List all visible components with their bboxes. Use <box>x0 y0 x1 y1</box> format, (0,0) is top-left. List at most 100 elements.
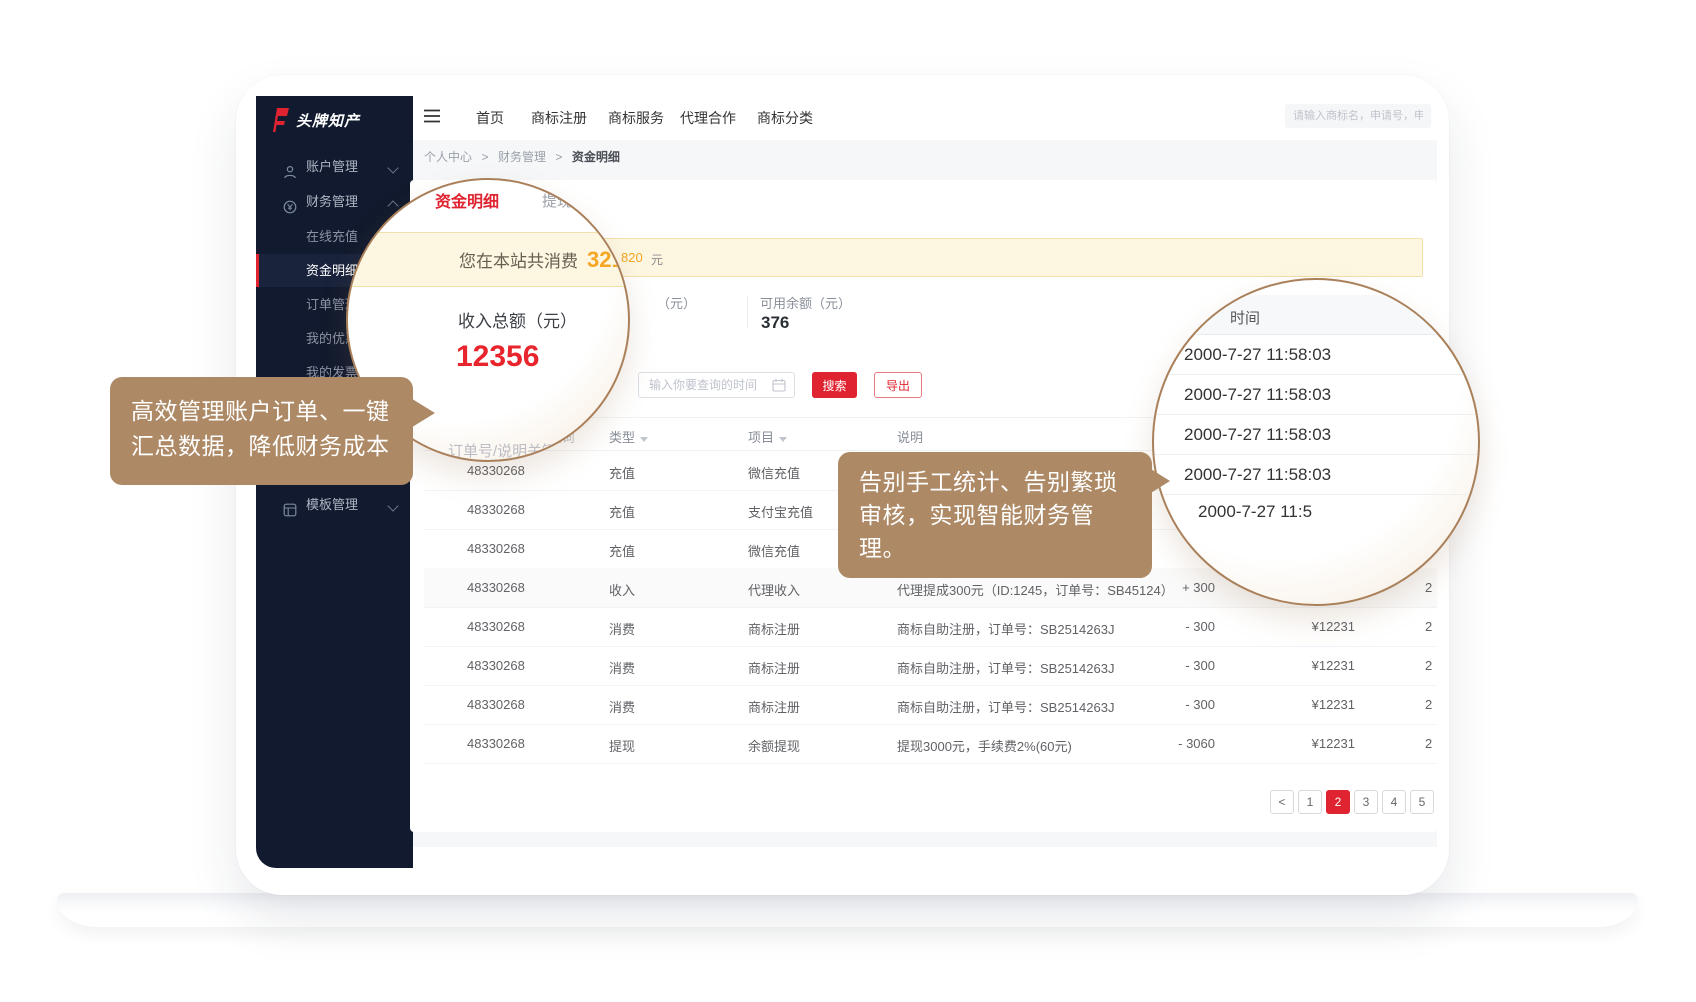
nav-link-agents[interactable]: 代理合作 <box>680 96 736 140</box>
stat-balance-value: 376 <box>761 313 789 333</box>
sidebar-item-label: 模板管理 <box>306 490 358 520</box>
breadcrumb: 个人中心 > 财务管理 > 资金明细 <box>424 148 620 166</box>
pagination-page-3[interactable]: 3 <box>1354 790 1378 814</box>
nav-link-register[interactable]: 商标注册 <box>531 96 587 140</box>
cell-project: 商标注册 <box>748 619 800 638</box>
pagination-prev[interactable]: < <box>1270 790 1294 814</box>
cell-amount: - 300 <box>1130 619 1215 634</box>
cell-project: 商标注册 <box>748 658 800 677</box>
page: 头牌知产 账户管理 财务管理 在线充值 资金明细 订单管理 我的优惠券 <box>0 0 1696 1002</box>
breadcrumb-item[interactable]: 个人中心 <box>424 150 472 164</box>
breadcrumb-separator: > <box>481 150 488 164</box>
cell-type: 充值 <box>609 502 635 521</box>
sort-caret-icon <box>779 437 787 442</box>
chevron-down-icon <box>387 162 398 173</box>
tooltip-line: 理。 <box>859 532 1131 565</box>
nav-link-services[interactable]: 商标服务 <box>608 96 664 140</box>
stat-income-label: 收入总额（元） <box>458 307 577 332</box>
breadcrumb-separator: > <box>555 150 562 164</box>
tab-withdraw-detail[interactable]: 提现明细 <box>542 190 602 211</box>
tab-funds-detail[interactable]: 资金明细 <box>435 188 499 212</box>
user-icon <box>283 160 297 174</box>
column-header-project[interactable]: 项目 <box>748 427 787 446</box>
table-row: 48330268 消费 商标注册 商标自助注册，订单号：SB2514263J -… <box>424 685 1437 725</box>
sidebar-item-finance[interactable]: 财务管理 <box>256 187 413 217</box>
time-row-partial: 2000-7-27 11:5 <box>1198 502 1312 522</box>
cell-project: 余额提现 <box>748 736 800 755</box>
cell-balance: ¥12231 <box>1270 658 1355 673</box>
tooltip-left: 高效管理账户订单、一键 汇总数据，降低财务成本 <box>110 377 413 485</box>
nav-link-home[interactable]: 首页 <box>476 96 504 140</box>
tooltip-right-arrow <box>1146 466 1170 496</box>
finance-icon <box>283 195 297 209</box>
nav-link-category[interactable]: 商标分类 <box>757 96 813 140</box>
cell-project: 支付宝充值 <box>748 502 813 521</box>
tooltip-line: 汇总数据，降低财务成本 <box>131 429 392 464</box>
cell-amount: - 300 <box>1130 697 1215 712</box>
top-navbar: 首页 商标注册 商标服务 代理合作 商标分类 <box>413 96 1437 140</box>
cell-project: 商标注册 <box>748 697 800 716</box>
pagination-page-5[interactable]: 5 <box>1410 790 1434 814</box>
hamburger-menu-icon[interactable] <box>424 109 440 123</box>
column-header-time: 时间 <box>1230 307 1260 328</box>
laptop-base <box>57 893 1638 927</box>
cell-time: 2 <box>1425 736 1432 751</box>
cell-type: 收入 <box>609 580 635 599</box>
cell-order: 48330268 <box>467 580 525 595</box>
keyword-filter-placeholder-zoomed: 订单号/说明关键词 <box>448 440 572 461</box>
stat-balance-label: 可用余额（元） <box>760 293 851 312</box>
stat-mid-label: （元） <box>657 293 696 312</box>
pagination-page-4[interactable]: 4 <box>1382 790 1406 814</box>
calendar-icon <box>772 378 786 397</box>
cell-order: 48330268 <box>467 619 525 634</box>
cell-order: 48330268 <box>467 541 525 556</box>
sidebar-item-label: 账户管理 <box>306 152 358 182</box>
sidebar-item-templates[interactable]: 模板管理 <box>256 490 413 520</box>
cell-project: 微信充值 <box>748 463 800 482</box>
cell-type: 充值 <box>609 463 635 482</box>
cell-order: 48330268 <box>467 736 525 751</box>
cell-type: 提现 <box>609 736 635 755</box>
search-button[interactable]: 搜索 <box>812 372 857 398</box>
cell-type: 充值 <box>609 541 635 560</box>
consumption-banner-zoomed: 您在本站共消费 32124 <box>346 232 630 287</box>
time-column-header-band: 时间 <box>1154 295 1478 335</box>
pagination-page-2-active[interactable]: 2 <box>1326 790 1350 814</box>
trademark-search-input[interactable] <box>1285 104 1431 128</box>
time-row: 2000-7-27 11:58:03 <box>1154 455 1478 495</box>
time-row: 2000-7-27 11:58:03 <box>1154 415 1478 455</box>
cell-time: 2 <box>1425 658 1432 673</box>
table-row: 48330268 提现 余额提现 提现3000元，手续费2%(60元) - 30… <box>424 724 1437 764</box>
brand-name: 头牌知产 <box>296 110 360 131</box>
tooltip-right: 告别手工统计、告别繁琐 审核，实现智能财务管 理。 <box>838 452 1152 578</box>
tooltip-line: 高效管理账户订单、一键 <box>131 394 392 429</box>
tooltip-line: 告别手工统计、告别繁琐 <box>859 466 1131 499</box>
stat-divider <box>747 296 748 328</box>
banner-unit: 元 <box>651 251 663 268</box>
sidebar-item-account[interactable]: 账户管理 <box>256 152 413 182</box>
table-row: 48330268 消费 商标注册 商标自助注册，订单号：SB2514263J -… <box>424 607 1437 647</box>
breadcrumb-current: 资金明细 <box>572 150 620 164</box>
time-row: 2000-7-27 11:58:03 <box>1154 335 1478 375</box>
export-button[interactable]: 导出 <box>874 372 922 398</box>
active-indicator <box>256 254 259 287</box>
sort-caret-icon <box>640 437 648 442</box>
cell-type: 消费 <box>609 619 635 638</box>
breadcrumb-item[interactable]: 财务管理 <box>498 150 546 164</box>
cell-amount: - 3060 <box>1130 736 1215 751</box>
cell-order: 48330268 <box>467 502 525 517</box>
banner-amount: 32124 <box>587 247 630 273</box>
cell-balance: ¥12231 <box>1270 736 1355 751</box>
template-icon <box>283 498 297 512</box>
cell-order: 48330268 <box>467 463 525 478</box>
table-row: 48330268 消费 商标注册 商标自助注册，订单号：SB2514263J -… <box>424 646 1437 686</box>
cell-type: 消费 <box>609 697 635 716</box>
cell-time: 2 <box>1425 580 1432 595</box>
cell-time: 2 <box>1425 619 1432 634</box>
tooltip-left-arrow <box>409 397 435 429</box>
pagination-page-1[interactable]: 1 <box>1298 790 1322 814</box>
cell-amount: + 300 <box>1130 580 1215 595</box>
column-header-type[interactable]: 类型 <box>609 427 648 446</box>
cell-desc: 商标自助注册，订单号：SB2514263J <box>897 658 1114 677</box>
cell-project: 代理收入 <box>748 580 800 599</box>
